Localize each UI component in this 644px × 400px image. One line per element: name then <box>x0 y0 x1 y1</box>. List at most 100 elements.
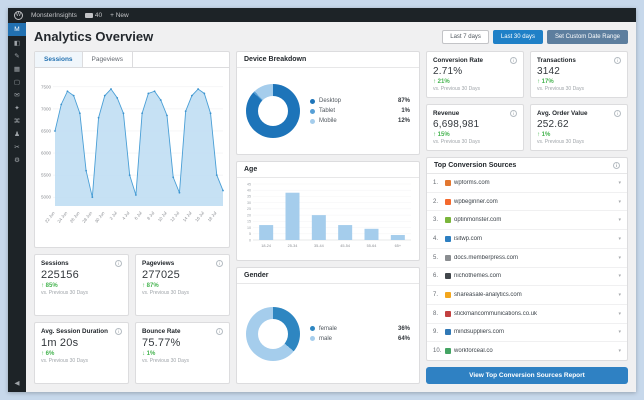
source-row-wpbeginner-com[interactable]: 2. wpbeginner.com ▾ <box>427 193 627 212</box>
admin-bar-new-menu[interactable]: + New <box>110 12 129 19</box>
stat-comparison-label: vs. Previous 30 Days <box>537 86 584 92</box>
svg-text:45: 45 <box>247 182 251 186</box>
sidebar-item-monsterinsights-icon[interactable]: M <box>8 23 26 36</box>
svg-text:10 Jul: 10 Jul <box>157 211 168 223</box>
column-middle: Device Breakdown Desktop 87% Tablet 1% Mobil… <box>236 51 420 384</box>
view-top-conversion-sources-report-button[interactable]: View Top Conversion Sources Report <box>426 367 628 384</box>
stat-card-header: Bounce Rate i <box>142 328 223 335</box>
stat-card-pageviews: Pageviews i 277025 ↑ 87% vs. Previous 30 Day… <box>135 254 230 316</box>
stat-value: 6,698,981 <box>433 119 480 130</box>
info-icon[interactable]: i <box>614 110 621 117</box>
svg-text:65+: 65+ <box>395 244 402 248</box>
svg-text:7000: 7000 <box>41 106 52 111</box>
panel-title-text: Age <box>244 166 258 173</box>
range-button-last-30-days[interactable]: Last 30 days <box>492 29 543 44</box>
chevron-down-icon[interactable]: ▾ <box>618 273 621 279</box>
stat-value: 3142 <box>537 66 561 77</box>
wordpress-logo-icon[interactable]: W <box>14 10 23 20</box>
source-row-isitwp-com[interactable]: 4. isitwp.com ▾ <box>427 230 627 249</box>
legend-label: female <box>319 325 338 332</box>
info-icon[interactable]: i <box>115 328 122 335</box>
info-icon[interactable]: i <box>613 162 620 169</box>
chevron-down-icon[interactable]: ▾ <box>618 292 621 298</box>
stat-card-transactions: Transactions i 3142 ↑ 17% vs. Previous 30 Da… <box>530 51 628 98</box>
source-row-mindsuppliers-com[interactable]: 9. mindsuppliers.com ▾ <box>427 324 627 343</box>
legend-item-female: female 36% <box>310 326 410 332</box>
svg-text:7500: 7500 <box>41 84 52 89</box>
sidebar-collapse-icon[interactable]: ◀ <box>8 376 26 389</box>
stat-delta: ↑ 21% <box>433 79 450 85</box>
legend-value: 36% <box>397 325 410 332</box>
tab-pageviews[interactable]: Pageviews <box>83 52 133 67</box>
source-domain: shareasale-analytics.com <box>454 292 522 299</box>
source-domain: docs.memberpress.com <box>454 254 519 261</box>
chevron-down-icon[interactable]: ▾ <box>618 199 621 205</box>
info-icon[interactable]: i <box>216 260 223 267</box>
sidebar-item-comments-icon[interactable]: ✉ <box>8 88 26 101</box>
legend-label: Desktop <box>319 98 342 104</box>
source-rank: 8. <box>433 310 439 317</box>
stat-card-avg-session-duration: Avg. Session Duration i 1m 20s ↑ 6% vs. Prev… <box>34 322 129 384</box>
sidebar-item-pages-icon[interactable]: ▢ <box>8 75 26 88</box>
svg-text:2 Jul: 2 Jul <box>108 211 118 221</box>
info-icon[interactable]: i <box>510 57 517 64</box>
chevron-down-icon[interactable]: ▾ <box>618 255 621 261</box>
source-row-nichothemes-com[interactable]: 6. nichothemes.com ▾ <box>427 268 627 287</box>
legend-dot-icon <box>310 336 315 341</box>
svg-text:35-44: 35-44 <box>314 244 324 248</box>
legend-value: 87% <box>397 98 410 104</box>
favicon-icon <box>445 235 451 242</box>
stat-card-header: Sessions i <box>41 260 122 267</box>
sidebar-item-media-icon[interactable]: ▦ <box>8 62 26 75</box>
legend-item-male: male 64% <box>310 336 410 342</box>
source-row-wpforms-com[interactable]: 1. wpforms.com ▾ <box>427 174 627 193</box>
chevron-down-icon[interactable]: ▾ <box>618 217 621 223</box>
svg-text:12 Jul: 12 Jul <box>169 211 180 223</box>
chevron-down-icon[interactable]: ▾ <box>618 180 621 186</box>
info-icon[interactable]: i <box>614 57 621 64</box>
sidebar-item-appearance-icon[interactable]: ✦ <box>8 101 26 114</box>
stat-value: 252.62 <box>537 119 569 130</box>
info-icon[interactable]: i <box>115 260 122 267</box>
sidebar-item-tools-icon[interactable]: ✂ <box>8 140 26 153</box>
comment-count: 40 <box>94 11 103 19</box>
source-row-docs-memberpress-com[interactable]: 5. docs.memberpress.com ▾ <box>427 249 627 268</box>
stat-comparison-label: vs. Previous 30 Days <box>537 139 584 145</box>
stat-card-header: Avg. Order Value i <box>537 110 621 117</box>
range-button-set-custom-date-range[interactable]: Set Custom Date Range <box>546 29 628 44</box>
gender-panel: Gender female 36% male 64% <box>236 267 420 384</box>
source-row-stickmancommunications-co-uk[interactable]: 8. stickmancommunications.co.uk ▾ <box>427 305 627 324</box>
legend-item-mobile: Mobile 12% <box>310 118 410 124</box>
stat-label: Revenue <box>433 110 460 117</box>
tab-sessions[interactable]: Sessions <box>35 52 83 67</box>
sidebar-item-users-icon[interactable]: ♟ <box>8 127 26 140</box>
svg-text:5500: 5500 <box>41 173 52 178</box>
page-header: Analytics Overview Last 7 days Last 30 da… <box>34 29 628 44</box>
sidebar-item-posts-icon[interactable]: ✎ <box>8 49 26 62</box>
source-row-optinmonster-com[interactable]: 3. optinmonster.com ▾ <box>427 211 627 231</box>
chevron-down-icon[interactable]: ▾ <box>618 329 621 335</box>
chevron-down-icon[interactable]: ▾ <box>618 311 621 317</box>
admin-bar-site-name[interactable]: MonsterInsights <box>31 12 77 19</box>
sidebar-item-settings-icon[interactable]: ⚙ <box>8 153 26 166</box>
panel-title-text: Gender <box>244 272 269 279</box>
info-icon[interactable]: i <box>216 328 223 335</box>
stat-card-revenue: Revenue i 6,698,981 ↑ 15% vs. Previous 30 Da… <box>426 104 524 151</box>
chevron-down-icon[interactable]: ▾ <box>618 348 621 354</box>
info-icon[interactable]: i <box>510 110 517 117</box>
stat-card-header: Transactions i <box>537 57 621 64</box>
favicon-icon <box>445 292 451 299</box>
source-row-workforceal-co[interactable]: 10. workforceal.co ▾ <box>427 342 627 360</box>
stat-card-header: Avg. Session Duration i <box>41 328 122 335</box>
wordpress-admin-window: W MonsterInsights 40 + New M ◧ ✎ ▦ ▢ ✉ ✦ ⌘ ♟ ✂ ⚙ ◀ … <box>8 8 636 392</box>
sidebar-item-dashboard-icon[interactable]: ◧ <box>8 36 26 49</box>
source-rank: 10. <box>433 348 442 355</box>
chevron-down-icon[interactable]: ▾ <box>618 236 621 242</box>
source-row-shareasale-analytics-com[interactable]: 7. shareasale-analytics.com ▾ <box>427 286 627 305</box>
age-bar-chart: 0 5 10 15 20 25 30 35 40 45 18-24 25-34 35-44 45-54 55… <box>247 182 411 248</box>
sidebar-item-plugins-icon[interactable]: ⌘ <box>8 114 26 127</box>
range-button-last-7-days[interactable]: Last 7 days <box>442 29 489 44</box>
stat-comparison-label: vs. Previous 30 Days <box>142 358 189 364</box>
admin-bar-comments[interactable]: 40 <box>84 11 103 19</box>
stat-card-header: Pageviews i <box>142 260 223 267</box>
